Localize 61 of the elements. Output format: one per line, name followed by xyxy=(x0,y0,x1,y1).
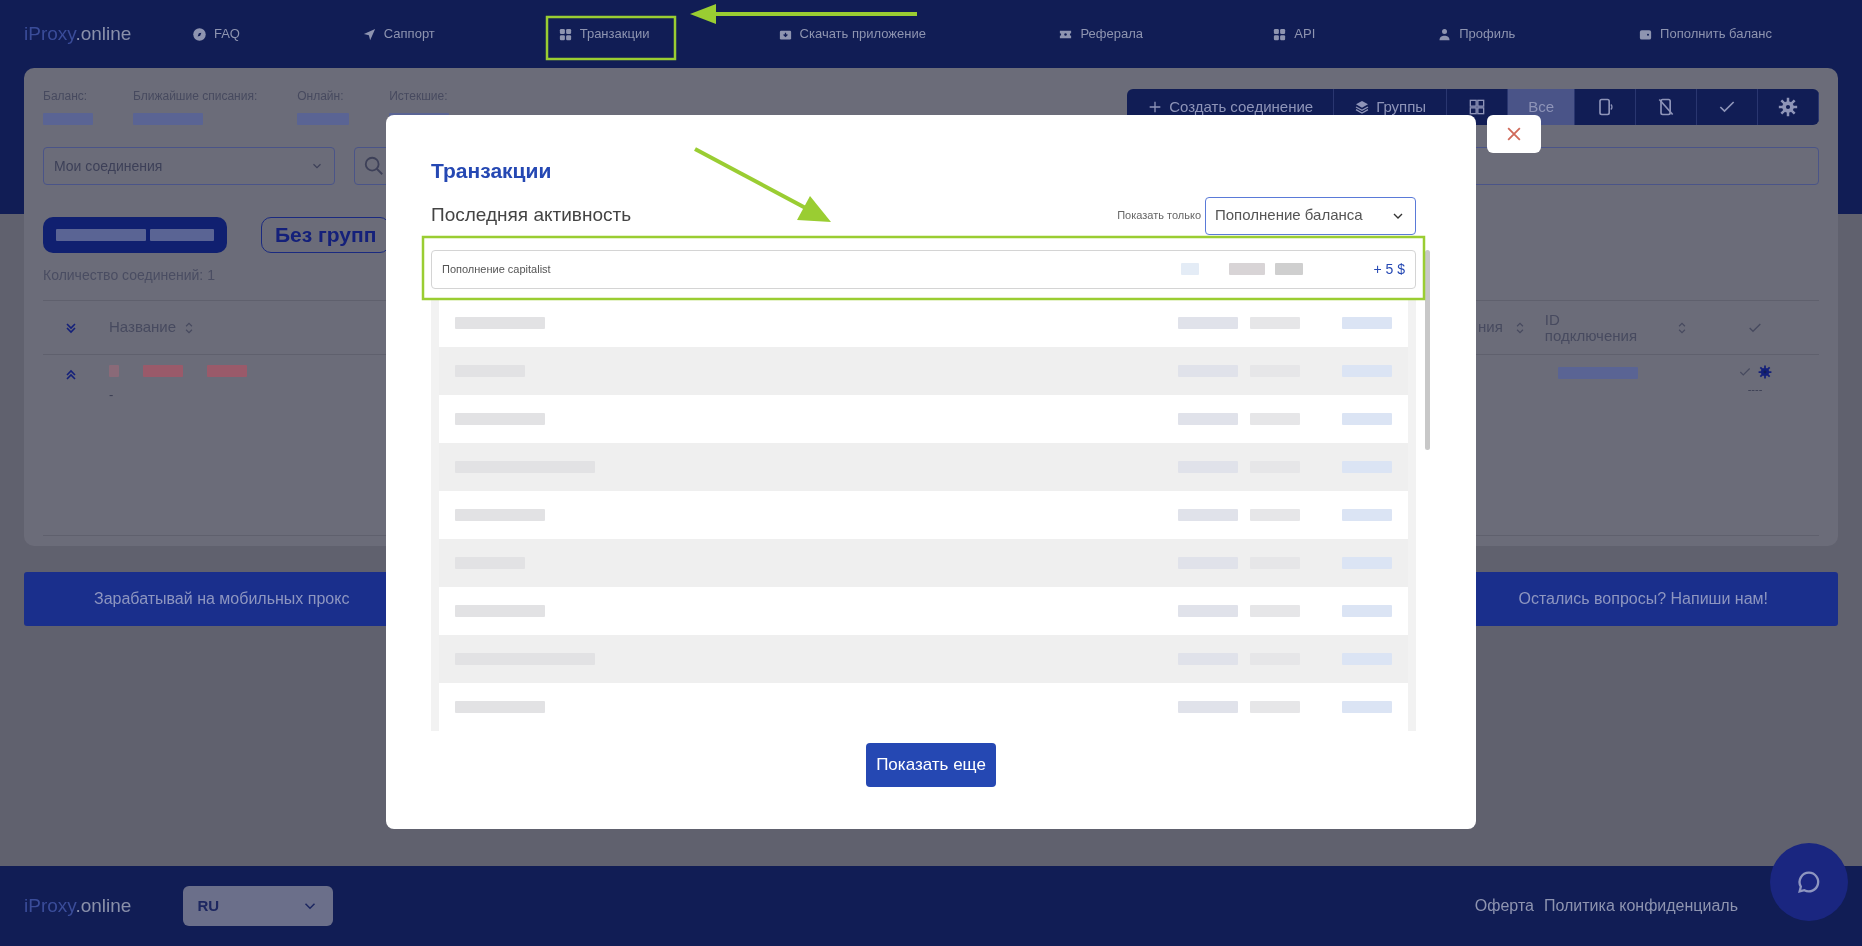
table-cell-text: ---- xyxy=(1747,382,1763,397)
blocks-icon xyxy=(1272,26,1288,42)
close-button[interactable] xyxy=(1487,115,1541,153)
redacted-text xyxy=(109,365,119,377)
section-title: Последняя активность xyxy=(431,203,632,228)
language-select[interactable]: RU xyxy=(183,886,334,926)
banner-link[interactable]: Остались вопросы? Напиши нам! xyxy=(1518,587,1768,611)
phone-off-icon xyxy=(1656,97,1676,117)
transaction-row[interactable]: Пополнение capitalist + 5 $ xyxy=(431,249,1416,289)
footer-link[interactable]: Оферта xyxy=(1474,894,1534,918)
redacted-text xyxy=(1342,316,1392,329)
show-more-button[interactable]: Показать еще xyxy=(866,742,996,787)
logo-text: iProxy.online xyxy=(24,21,132,46)
nav-link[interactable]: Скачать приложение xyxy=(777,24,926,44)
redacted-text xyxy=(43,113,93,125)
redacted-text xyxy=(1250,700,1300,713)
redacted-text xyxy=(150,229,214,241)
redacted-text xyxy=(1250,412,1300,425)
redacted-text xyxy=(1250,316,1300,329)
search-icon xyxy=(363,155,385,177)
filter-label: Показать только xyxy=(1117,208,1201,224)
redacted-text xyxy=(1229,263,1266,275)
settings-icon xyxy=(1778,97,1798,117)
nav-link[interactable]: FAQ xyxy=(191,24,240,44)
redacted-text xyxy=(1178,604,1238,617)
group-chip[interactable] xyxy=(43,217,227,253)
nav-link[interactable]: API xyxy=(1272,24,1316,44)
check-icon xyxy=(1738,365,1752,379)
stack-icon xyxy=(1354,99,1371,115)
nav-link[interactable]: Профиль xyxy=(1437,24,1516,44)
redacted-text xyxy=(1181,263,1200,275)
redacted-text xyxy=(1342,604,1392,617)
nav-link[interactable]: Реферала xyxy=(1058,24,1143,44)
redacted-text xyxy=(1342,412,1392,425)
redacted-text xyxy=(133,113,203,125)
redacted-text xyxy=(1178,700,1238,713)
filter-select[interactable]: Пополнение баланса xyxy=(1205,196,1416,235)
redacted-text xyxy=(1342,508,1392,521)
redacted-text xyxy=(1250,508,1300,521)
blocks-icon xyxy=(557,26,573,42)
redacted-text xyxy=(1275,263,1304,275)
redacted-text xyxy=(143,365,183,377)
table-cell-text: - xyxy=(109,386,115,404)
compass-icon xyxy=(191,26,207,42)
transaction-amount: + 5 $ xyxy=(1373,259,1405,279)
banner-link[interactable]: Зарабатывай на мобильных прокс xyxy=(94,587,350,611)
redacted-text xyxy=(207,365,247,377)
settings-icon xyxy=(1758,365,1772,379)
logo-text: iProxy.online xyxy=(24,893,132,918)
nav-link[interactable]: Пополнить баланс xyxy=(1638,24,1772,44)
nav-link[interactable]: Саппорт xyxy=(361,24,435,44)
redacted-text xyxy=(1178,412,1238,425)
nav-link[interactable]: Транзакции xyxy=(557,24,650,44)
footer-link[interactable]: Политика конфиденциаль xyxy=(1543,894,1738,918)
transaction-label: Пополнение capitalist xyxy=(442,261,551,277)
redacted-text xyxy=(1178,508,1238,521)
redacted-text xyxy=(1342,700,1392,713)
redacted-text xyxy=(1250,604,1300,617)
redacted-text xyxy=(297,113,350,125)
modal-title: Транзакции xyxy=(431,158,552,184)
redacted-text xyxy=(1178,316,1238,329)
